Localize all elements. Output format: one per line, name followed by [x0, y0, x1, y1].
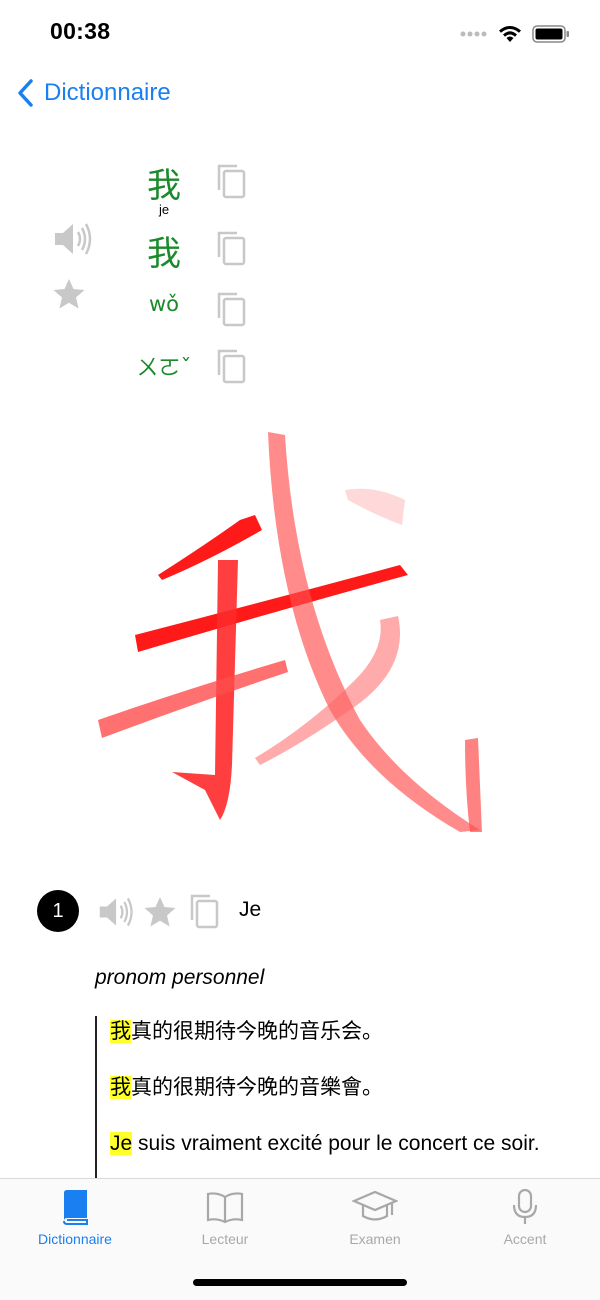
tab-accent[interactable]: Accent — [450, 1189, 600, 1247]
status-time: 00:38 — [50, 18, 111, 44]
example-sentence: 我真的很期待今晚的音乐会。 — [110, 1018, 550, 1046]
simplified-form: 我 — [147, 166, 181, 206]
zhuyin: ㄨㄛˇ — [136, 356, 192, 381]
star-icon[interactable] — [52, 278, 86, 310]
battery-icon — [532, 25, 569, 43]
part-of-speech: pronom personnel — [95, 966, 265, 989]
stroke-1 — [158, 515, 262, 580]
tab-dictionnaire[interactable]: Dictionnaire — [0, 1189, 150, 1247]
copy-icon[interactable] — [216, 291, 246, 327]
example-highlight: 我 — [110, 1076, 131, 1099]
stroke-order-character[interactable] — [80, 420, 520, 850]
open-book-icon — [206, 1192, 244, 1224]
chevron-left-icon — [18, 79, 33, 107]
tab-label: Accent — [503, 1231, 547, 1247]
back-button[interactable]: Dictionnaire — [16, 78, 171, 108]
example-text: 真的很期待今晚的音乐会。 — [131, 1020, 383, 1043]
pinyin: wǒ — [148, 292, 180, 316]
back-label: Dictionnaire — [44, 79, 171, 106]
stroke-8 — [465, 738, 482, 832]
star-icon[interactable] — [143, 896, 177, 928]
graduation-cap-icon — [352, 1190, 398, 1221]
tab-examen[interactable]: Examen — [300, 1189, 450, 1247]
wifi-icon — [499, 26, 521, 42]
example-text: suis vraiment excité pour le concert ce … — [132, 1132, 540, 1155]
home-indicator — [193, 1279, 407, 1286]
speaker-icon[interactable] — [97, 894, 137, 930]
microphone-icon — [512, 1189, 538, 1224]
examples-divider — [95, 1016, 97, 1181]
definition-number: 1 — [37, 890, 79, 932]
example-sentence: Je suis vraiment excité pour le concert … — [110, 1130, 550, 1158]
tab-lecteur[interactable]: Lecteur — [150, 1189, 300, 1247]
traditional-form: 我 — [147, 234, 181, 274]
book-icon — [63, 1190, 88, 1225]
copy-icon[interactable] — [189, 893, 219, 929]
tab-label: Examen — [349, 1231, 401, 1247]
stroke-4 — [98, 660, 288, 738]
cellular-signal-icon — [460, 31, 487, 37]
tab-label: Dictionnaire — [38, 1231, 112, 1247]
definition-meaning: Je — [239, 898, 262, 921]
stroke-7 — [345, 488, 405, 525]
status-indicators — [460, 22, 570, 46]
example-text: 真的很期待今晚的音樂會。 — [131, 1076, 383, 1099]
ruby-gloss: je — [158, 202, 170, 217]
example-highlight: Je — [110, 1132, 133, 1155]
speaker-icon[interactable] — [52, 220, 96, 258]
example-highlight: 我 — [110, 1020, 131, 1043]
tab-label: Lecteur — [201, 1231, 249, 1247]
example-sentence: 我真的很期待今晚的音樂會。 — [110, 1074, 550, 1102]
copy-icon[interactable] — [216, 163, 246, 199]
stroke-2 — [135, 565, 408, 652]
copy-icon[interactable] — [216, 230, 246, 266]
copy-icon[interactable] — [216, 348, 246, 384]
